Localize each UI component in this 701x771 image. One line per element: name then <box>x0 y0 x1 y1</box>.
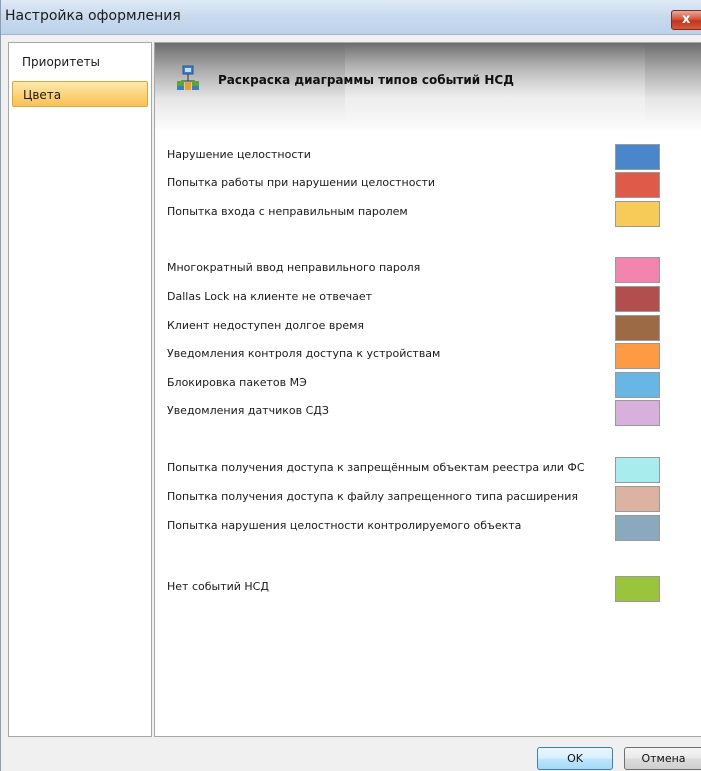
color-swatch[interactable] <box>615 400 660 426</box>
window-title: Настройка оформления <box>5 8 181 24</box>
color-swatch[interactable] <box>615 286 660 312</box>
sidebar-item-label: Цвета <box>23 88 62 102</box>
color-row-work-on-violation: Попытка работы при нарушении целостности <box>167 172 697 198</box>
color-row-wrong-password: Попытка входа с неправильным паролем <box>167 201 697 227</box>
color-swatch[interactable] <box>615 457 660 483</box>
color-row-label: Блокировка пакетов МЭ <box>167 376 307 389</box>
color-row-registry-access: Попытка получения доступа к запрещённым … <box>167 457 697 483</box>
color-row-integrity-violation: Нарушение целостности <box>167 144 697 170</box>
color-row-file-extension: Попытка получения доступа к файлу запрещ… <box>167 486 697 512</box>
color-row-label: Нарушение целостности <box>167 148 311 161</box>
color-row-no-events: Нет событий НСД <box>167 576 697 602</box>
color-row-client-not-responding: Dallas Lock на клиенте не отвечает <box>167 286 697 312</box>
color-row-label: Dallas Lock на клиенте не отвечает <box>167 290 373 303</box>
color-row-label: Попытка получения доступа к файлу запрещ… <box>167 490 579 503</box>
sidebar-item-colors[interactable]: Цвета <box>12 81 148 107</box>
color-row-label: Многократный ввод неправильного пароля <box>167 261 421 274</box>
color-swatch[interactable] <box>615 257 660 283</box>
color-swatch[interactable] <box>615 144 660 170</box>
color-swatch[interactable] <box>615 486 660 512</box>
color-row-label: Попытка входа с неправильным паролем <box>167 205 408 218</box>
color-swatch[interactable] <box>615 315 660 341</box>
color-swatch[interactable] <box>615 372 660 398</box>
color-swatch[interactable] <box>615 201 660 227</box>
cancel-button[interactable]: Отмена <box>624 747 701 770</box>
dialog-footer: OK Отмена <box>1 737 701 771</box>
color-swatch[interactable] <box>615 515 660 541</box>
color-row-client-unavailable: Клиент недоступен долгое время <box>167 315 697 341</box>
header-banner: Раскраска диаграммы типов событий НСД <box>155 43 701 133</box>
color-row-label: Клиент недоступен долгое время <box>167 319 365 332</box>
network-diagram-icon <box>177 65 199 90</box>
color-swatch[interactable] <box>615 343 660 369</box>
color-row-sdz-sensors: Уведомления датчиков СДЗ <box>167 400 697 426</box>
color-row-device-access: Уведомления контроля доступа к устройств… <box>167 343 697 369</box>
color-row-controlled-object: Попытка нарушения целостности контролиру… <box>167 515 697 541</box>
sidebar-item-priorities[interactable]: Приоритеты <box>12 49 148 75</box>
color-row-label: Попытка нарушения целостности контролиру… <box>167 519 522 532</box>
title-bar: Настройка оформления x <box>1 0 701 35</box>
page-title: Раскраска диаграммы типов событий НСД <box>218 73 514 87</box>
close-icon: x <box>682 12 691 27</box>
color-row-label: Попытка получения доступа к запрещённым … <box>167 461 585 474</box>
color-swatch[interactable] <box>615 172 660 198</box>
sidebar: Приоритеты Цвета <box>8 42 152 737</box>
colors-panel: Раскраска диаграммы типов событий НСД На… <box>154 42 701 737</box>
color-row-label: Попытка работы при нарушении целостности <box>167 176 436 189</box>
color-row-firewall-block: Блокировка пакетов МЭ <box>167 372 697 398</box>
color-row-label: Уведомления датчиков СДЗ <box>167 404 329 417</box>
sidebar-item-label: Приоритеты <box>22 55 101 69</box>
ok-button[interactable]: OK <box>537 747 613 770</box>
color-row-label: Уведомления контроля доступа к устройств… <box>167 347 441 360</box>
color-swatch[interactable] <box>615 576 660 602</box>
settings-dialog: Настройка оформления x Приоритеты Цвета <box>0 0 701 771</box>
color-row-repeated-wrong-password: Многократный ввод неправильного пароля <box>167 257 697 283</box>
color-row-label: Нет событий НСД <box>167 580 269 593</box>
banner-highlight <box>345 43 645 133</box>
close-button[interactable]: x <box>671 10 701 30</box>
